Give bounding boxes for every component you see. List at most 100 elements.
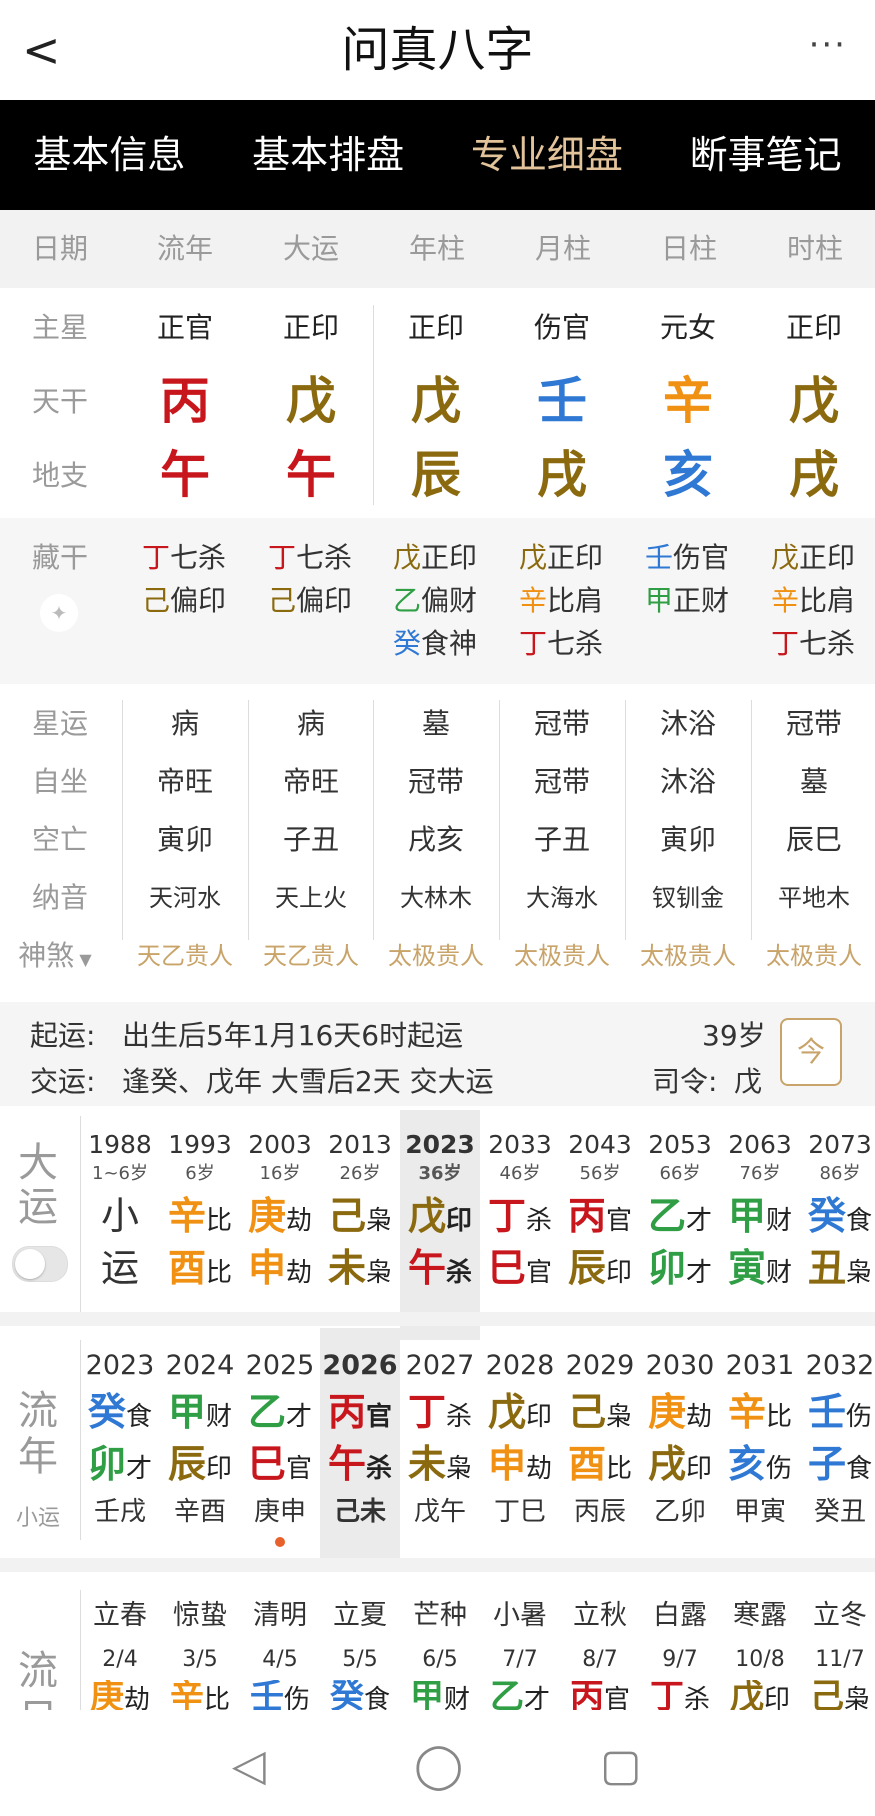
liunian-stem-god: 才 — [286, 1402, 313, 1432]
tab-pro-chart[interactable]: 专业细盘 — [438, 100, 657, 210]
liunian-stem: 乙 — [247, 1390, 286, 1434]
liunian-year: 2032 — [805, 1350, 875, 1381]
heavenly-stem: 丙 — [160, 372, 210, 430]
row-label-xingyun: 星运 — [31, 707, 88, 740]
canggan-stem: 戊 — [519, 541, 548, 574]
liunian-stem-god: 劫 — [686, 1402, 713, 1432]
liunian-stem-cell: 甲财 — [160, 1386, 240, 1446]
tab-basic-info[interactable]: 基本信息 — [0, 100, 219, 210]
zizuo-value: 沐浴 — [659, 765, 716, 798]
dayun-stem: 甲 — [727, 1194, 766, 1238]
dayun-branch: 丑 — [807, 1246, 846, 1290]
liunian-branch-cell: 辰印 — [160, 1438, 240, 1498]
current-year-dot — [275, 1537, 285, 1547]
dayun-age: 1~6岁 — [92, 1163, 148, 1184]
solar-term-date: 10/8 — [735, 1647, 785, 1672]
liuri-stem: 己 — [809, 1680, 844, 1712]
dayun-branch-cell: 寅财 — [720, 1242, 800, 1302]
liunian-stem-god: 比 — [766, 1402, 793, 1432]
dayun-age: 36岁 — [418, 1163, 462, 1184]
kongwang-value: 寅卯 — [659, 823, 716, 856]
liuri-stem-god: 比 — [203, 1685, 230, 1712]
tab-basic-chart[interactable]: 基本排盘 — [219, 100, 438, 210]
nayin-value: 大海水 — [526, 884, 598, 912]
dayun-stem: 庚 — [247, 1194, 286, 1238]
dayun-stem-god: 才 — [686, 1206, 713, 1236]
dayun-branch-god: 杀 — [446, 1258, 473, 1288]
tab-notes[interactable]: 断事笔记 — [656, 100, 875, 210]
liunian-branch: 申 — [487, 1442, 526, 1486]
solar-term-date: 5/5 — [342, 1647, 378, 1672]
dayun-stem: 乙 — [647, 1194, 686, 1238]
liuri-stem: 乙 — [489, 1680, 524, 1712]
row-label-dizhi: 地支 — [31, 459, 88, 492]
dayun-stem-god: 枭 — [366, 1206, 393, 1236]
canggan-item: 辛比肩 — [519, 581, 603, 621]
dayun-branch: 午 — [407, 1246, 446, 1290]
dayun-branch-god: 比 — [206, 1258, 233, 1288]
liuri-stem: 壬 — [249, 1680, 284, 1712]
col-date: 日期 — [31, 232, 88, 265]
canggan-item: 壬伤官 — [645, 538, 729, 578]
liuri-stem-cell: 乙才 — [480, 1680, 560, 1712]
liunian-branch: 辰 — [167, 1442, 206, 1486]
shensha-value: 太极贵人 — [640, 942, 736, 970]
calendar-icon[interactable]: 今 — [780, 1018, 842, 1086]
liunian-branch-cell: 巳官 — [240, 1438, 320, 1498]
col-day-pillar: 日柱 — [660, 232, 717, 265]
col-month-pillar: 月柱 — [534, 232, 591, 265]
canggan-stem: 丁 — [142, 541, 171, 574]
xingyun-value: 冠带 — [785, 707, 842, 740]
solar-term-date: 2/4 — [102, 1647, 138, 1672]
liuri-stem-god: 伤 — [283, 1685, 310, 1712]
liunian-year: 2023 — [85, 1350, 155, 1381]
dayun-stem: 丁 — [487, 1194, 526, 1238]
siling-label: 司令: — [652, 1065, 718, 1098]
canggan-god: 七杀 — [296, 541, 353, 574]
liunian-branch-god: 食 — [846, 1454, 873, 1484]
solar-term: 小暑 — [493, 1600, 547, 1631]
liunian-stem: 戊 — [487, 1390, 526, 1434]
dayun-branch-god: 枭 — [846, 1258, 873, 1288]
liunian-branch: 亥 — [727, 1442, 766, 1486]
liuri-stem-cell: 戊印 — [720, 1680, 800, 1712]
kongwang-value: 子丑 — [282, 823, 339, 856]
section-separator — [0, 1312, 875, 1326]
nav-home-icon[interactable]: ◯ — [414, 1740, 463, 1791]
liunian-stem: 丙 — [327, 1390, 366, 1434]
main-star: 正印 — [785, 311, 842, 344]
pin-icon[interactable]: ✦ — [40, 594, 78, 632]
dayun-branch-cell: 巳官 — [480, 1242, 560, 1302]
toggle-knob — [15, 1249, 45, 1279]
liunian-branch-god: 枭 — [446, 1454, 473, 1484]
liunian-branch: 卯 — [87, 1442, 126, 1486]
row-label-tiangan: 天干 — [31, 385, 88, 418]
chevron-down-icon: ▼ — [74, 950, 92, 969]
dayun-year: 2043 — [568, 1130, 632, 1159]
xiaoyun-toggle[interactable] — [12, 1246, 68, 1282]
liuri-stem: 丁 — [649, 1680, 684, 1712]
more-menu-icon[interactable]: ··· — [809, 20, 847, 70]
dayun-year: 2013 — [328, 1130, 392, 1159]
dayun-stem-god: 财 — [766, 1206, 793, 1236]
dayun-label-2: 运 — [18, 1184, 58, 1230]
canggan-item: 丁七杀 — [142, 538, 226, 578]
app-header: < 问真八字 ··· — [0, 0, 875, 100]
shensha-dropdown[interactable]: 神煞 ▼ — [0, 936, 110, 980]
dayun-branch-cell: 运 — [80, 1242, 160, 1302]
dayun-stem-god: 官 — [606, 1206, 633, 1236]
dayun-branch: 申 — [247, 1246, 286, 1290]
dayun-stem-cell: 辛比 — [160, 1190, 240, 1250]
canggan-item: 丁七杀 — [268, 538, 352, 578]
dayun-year: 2003 — [248, 1130, 312, 1159]
solar-term: 芒种 — [413, 1600, 467, 1631]
shensha-value: 太极贵人 — [766, 942, 862, 970]
canggan-stem: 辛 — [519, 584, 548, 617]
nav-recent-icon[interactable]: ▢ — [600, 1740, 642, 1791]
xingyun-value: 病 — [296, 707, 325, 740]
tab-bar: 基本信息 基本排盘 专业细盘 断事笔记 — [0, 100, 875, 210]
solar-term-date: 3/5 — [182, 1647, 218, 1672]
liuri-stem: 甲 — [409, 1680, 444, 1712]
heavenly-stem: 戊 — [286, 372, 336, 430]
nav-back-icon[interactable]: ◁ — [232, 1740, 266, 1791]
